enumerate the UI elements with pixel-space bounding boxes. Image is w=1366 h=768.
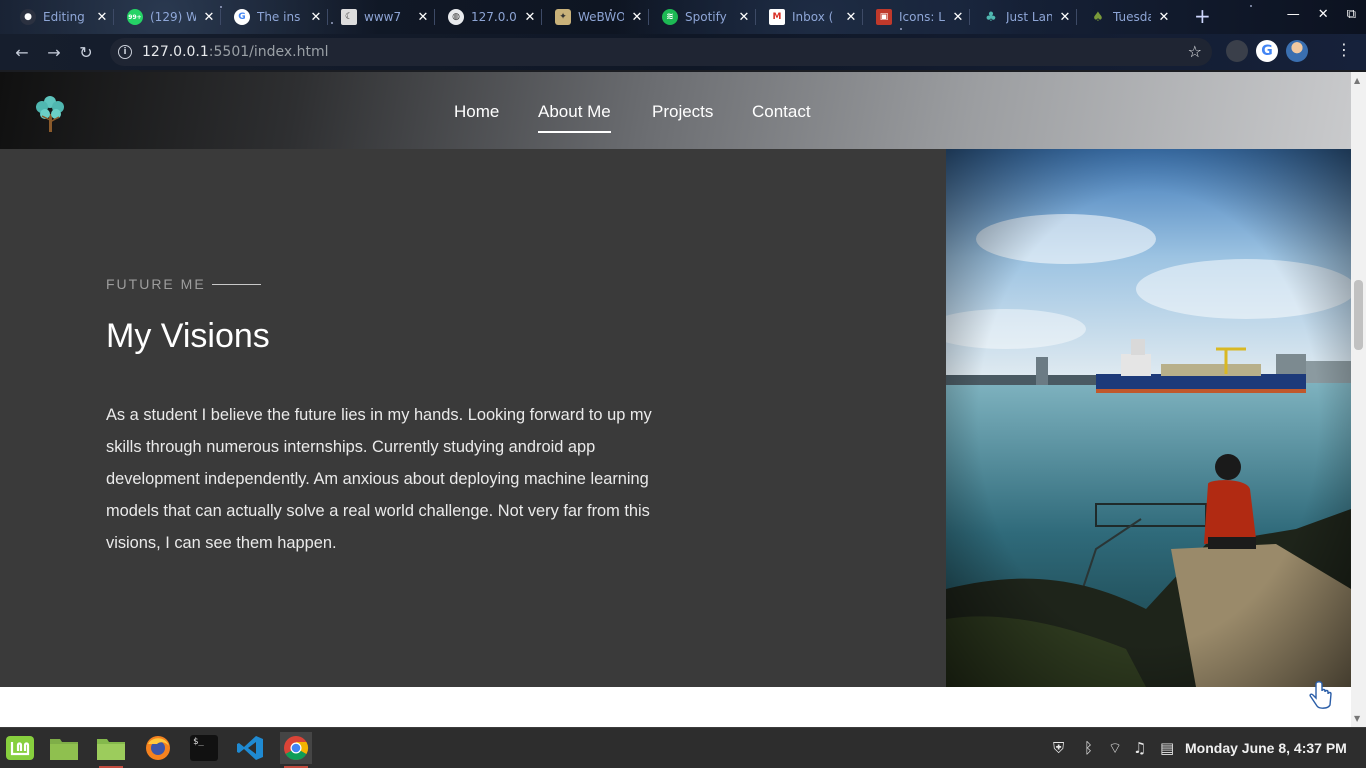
webwork-icon: ✦	[555, 9, 571, 25]
folder-icon[interactable]	[95, 732, 127, 768]
tab-google[interactable]: G The ins ✕	[234, 6, 328, 28]
tab-spotify[interactable]: ≋ Spotify ✕	[662, 6, 756, 28]
section-heading: My Visions	[106, 317, 270, 355]
nav-projects[interactable]: Projects	[652, 102, 713, 122]
web-page: Home About Me Projects Contact FUTURE ME…	[0, 72, 1351, 727]
update-manager-icon[interactable]: ⛨	[1053, 739, 1064, 757]
extension-icon[interactable]	[1226, 40, 1248, 62]
address-bar[interactable]: i 127.0.0.1 :5501/index.html ☆	[110, 38, 1212, 66]
plant-icon: ♠	[1092, 9, 1104, 25]
files-icon[interactable]	[48, 732, 80, 764]
reload-icon[interactable]: ↻	[70, 43, 102, 62]
close-tab-icon[interactable]: ✕	[310, 10, 322, 25]
close-tab-icon[interactable]: ✕	[631, 10, 643, 25]
nav-about-me[interactable]: About Me	[538, 102, 611, 133]
back-arrow-icon[interactable]: ←	[6, 43, 38, 62]
browser-toolbar: ← → ↻ i 127.0.0.1 :5501/index.html ☆ G ⋮	[0, 34, 1366, 70]
scrollbar-thumb[interactable]	[1354, 280, 1363, 350]
extension-icons: G	[1226, 40, 1308, 62]
mint-menu-icon[interactable]	[4, 732, 36, 764]
moon-icon: ☾	[341, 9, 357, 25]
icons-icon: ▣	[876, 9, 892, 25]
terminal-icon[interactable]: $_	[188, 732, 220, 764]
url-host: 127.0.0.1	[142, 44, 209, 60]
tab-gmail[interactable]: M Inbox ( ✕	[769, 6, 863, 28]
close-tab-icon[interactable]: ✕	[203, 10, 215, 25]
grammarly-icon[interactable]: G	[1256, 40, 1278, 62]
sound-icon[interactable]: ♫	[1133, 739, 1146, 757]
tab-icons[interactable]: ▣ Icons: L ✕	[876, 6, 970, 28]
bookmark-star-icon[interactable]: ☆	[1188, 42, 1202, 61]
tab-webwork[interactable]: ✦ WeBWO ✕	[555, 6, 649, 28]
tab-tuesday[interactable]: ♠ Tuesda ✕	[1090, 6, 1170, 28]
google-icon: G	[234, 9, 250, 25]
close-window-icon[interactable]: ✕	[1318, 7, 1329, 22]
restore-icon[interactable]: ⧉	[1347, 7, 1356, 22]
close-tab-icon[interactable]: ✕	[524, 10, 536, 25]
eyebrow-divider	[212, 284, 261, 285]
close-tab-icon[interactable]: ✕	[1158, 10, 1170, 25]
url-path: :5501/index.html	[208, 44, 329, 60]
os-taskbar: $_ ⛨ ᛒ ⌔ ♫ ▤ Monday June 8, 4:37 PM	[0, 727, 1366, 768]
browser-menu-icon[interactable]: ⋮	[1336, 42, 1352, 58]
profile-avatar[interactable]	[1286, 40, 1308, 62]
forward-arrow-icon[interactable]: →	[38, 43, 70, 62]
vscode-icon[interactable]	[234, 732, 266, 764]
clipboard-icon[interactable]: ▤	[1160, 739, 1174, 757]
gmail-icon: M	[769, 9, 785, 25]
tree-logo-icon[interactable]	[32, 92, 68, 134]
hand-cursor-icon	[1309, 681, 1332, 709]
section-eyebrow: FUTURE ME	[106, 276, 206, 292]
clock[interactable]: Monday June 8, 4:37 PM	[1185, 740, 1347, 756]
github-icon: ●	[20, 9, 36, 25]
firefox-icon[interactable]	[142, 732, 174, 764]
whatsapp-icon: 99+	[127, 9, 143, 25]
minimize-icon[interactable]: —	[1287, 7, 1300, 22]
close-tab-icon[interactable]: ✕	[96, 10, 108, 25]
page-scrollbar[interactable]: ▲ ▼	[1351, 72, 1366, 727]
tab-www7[interactable]: ☾ www7 ✕	[341, 6, 435, 28]
browser-tab-strip: ● Editing ✕ 99+ (129) W ✕ G The ins ✕ ☾ …	[0, 0, 1366, 34]
tab-whatsapp[interactable]: 99+ (129) W ✕	[127, 6, 221, 28]
site-navbar: Home About Me Projects Contact	[0, 72, 1351, 149]
spotify-icon: ≋	[662, 9, 678, 25]
close-tab-icon[interactable]: ✕	[1059, 10, 1071, 25]
window-controls: — ✕ ⧉	[1287, 7, 1356, 22]
tab-editing[interactable]: ● Editing ✕	[20, 6, 114, 28]
scroll-up-icon[interactable]: ▲	[1354, 76, 1360, 85]
new-tab-button[interactable]: +	[1194, 5, 1211, 27]
close-tab-icon[interactable]: ✕	[417, 10, 429, 25]
nav-contact[interactable]: Contact	[752, 102, 811, 122]
bluetooth-icon[interactable]: ᛒ	[1084, 739, 1093, 757]
chrome-icon[interactable]	[280, 732, 312, 768]
nav-home[interactable]: Home	[454, 102, 499, 122]
visions-section: FUTURE ME My Visions As a student I beli…	[0, 149, 946, 687]
close-tab-icon[interactable]: ✕	[738, 10, 750, 25]
close-tab-icon[interactable]: ✕	[952, 10, 964, 25]
wifi-icon[interactable]: ⌔	[1108, 739, 1122, 758]
tree-icon: ♣	[985, 9, 997, 25]
section-body: As a student I believe the future lies i…	[106, 406, 652, 552]
info-icon[interactable]: i	[118, 45, 132, 59]
close-tab-icon[interactable]: ✕	[845, 10, 857, 25]
visions-photo	[946, 149, 1351, 687]
tab-just-lan[interactable]: ♣ Just Lan ✕	[983, 6, 1077, 28]
scroll-down-icon[interactable]: ▼	[1354, 714, 1360, 723]
tab-localhost[interactable]: ◍ 127.0.0 ✕	[448, 6, 542, 28]
globe-icon: ◍	[448, 9, 464, 25]
